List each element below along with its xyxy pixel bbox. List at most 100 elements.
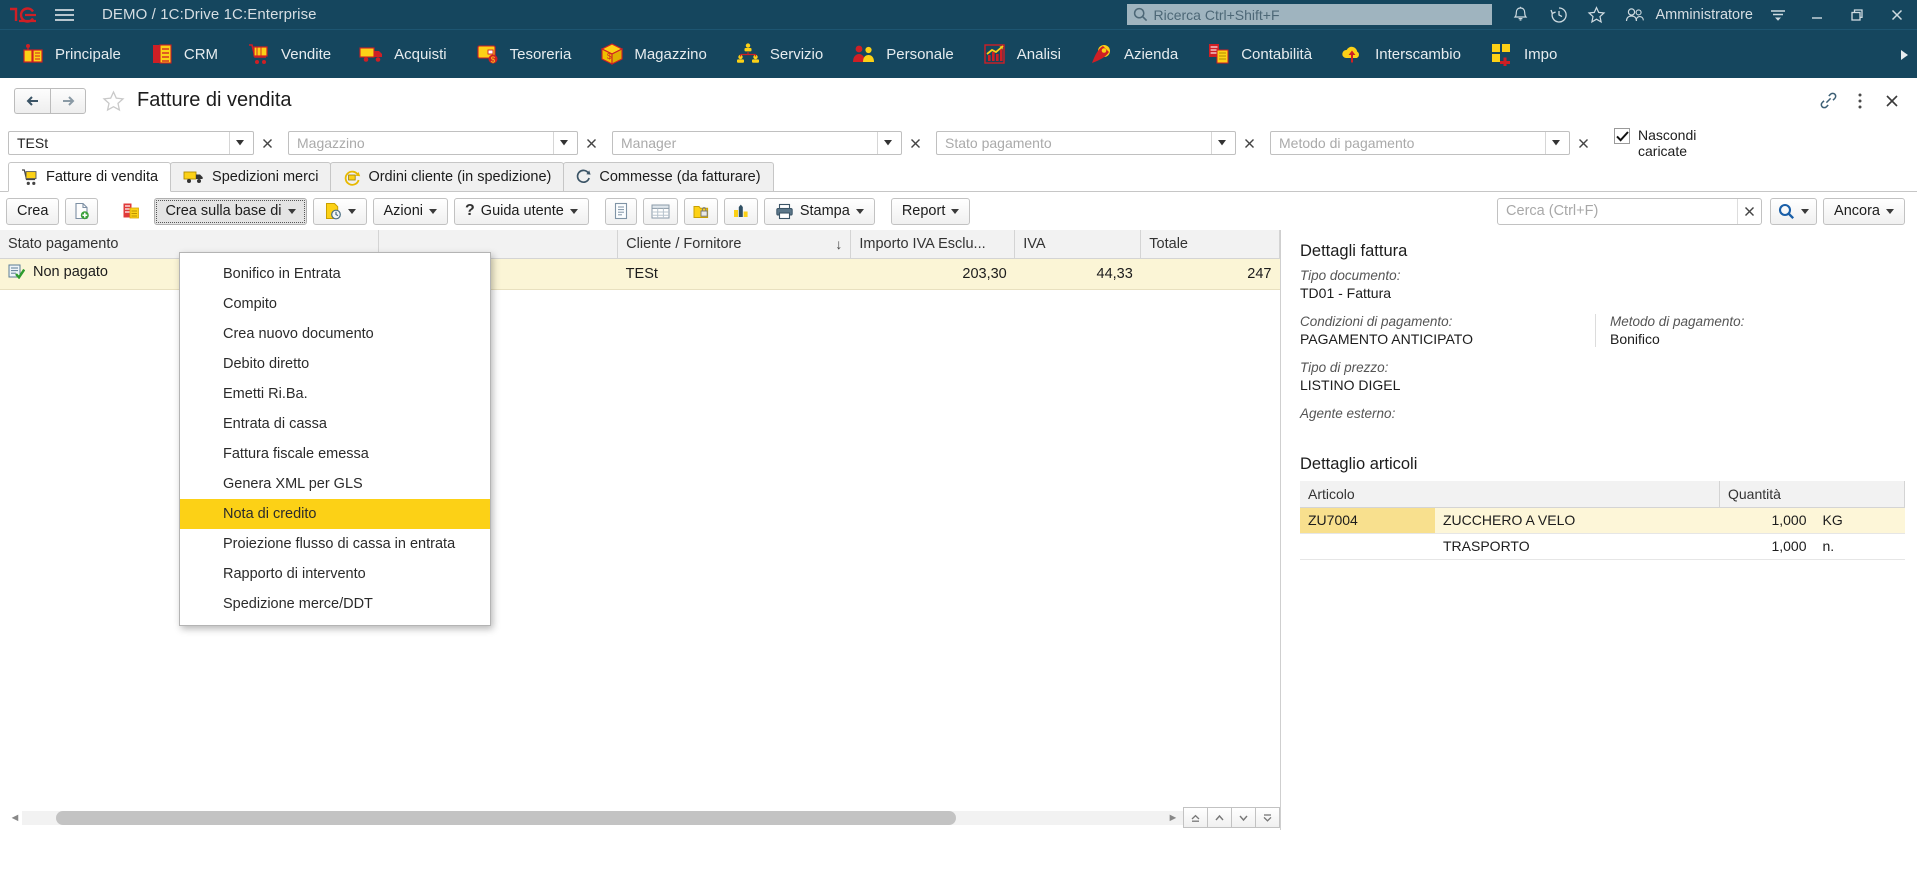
- bar-chart-button[interactable]: [723, 197, 758, 225]
- filter-input-metodo-di-pagamento[interactable]: Metodo di pagamento: [1270, 131, 1570, 155]
- go-next-row-button[interactable]: [1231, 807, 1256, 828]
- search-input[interactable]: Cerca (Ctrl+F): [1497, 197, 1763, 225]
- main-menu-button[interactable]: [44, 0, 84, 29]
- menu-item-crea-nuovo-documento[interactable]: Crea nuovo documento: [180, 319, 490, 349]
- items-column-articolo[interactable]: Articolo: [1300, 481, 1720, 508]
- filter-dropdown-icon[interactable]: [553, 132, 573, 154]
- column-header-importo-iva-esclu[interactable]: Importo IVA Esclu...: [850, 230, 1016, 259]
- section-analisi[interactable]: Analisi: [968, 30, 1075, 78]
- menu-item-nota-di-credito[interactable]: Nota di credito: [180, 499, 490, 529]
- chevron-down-icon: [569, 208, 578, 214]
- more-vertical-icon[interactable]: [1845, 86, 1875, 116]
- crea-button[interactable]: Crea: [6, 197, 60, 225]
- notifications-bell-icon[interactable]: [1502, 0, 1540, 29]
- minimize-button[interactable]: [1797, 0, 1837, 29]
- crea-sulla-base-di-button[interactable]: Crea sulla base di: [154, 197, 307, 225]
- section-servizio[interactable]: Servizio: [721, 30, 837, 78]
- table-grid-button[interactable]: [642, 197, 678, 225]
- menu-item-rapporto-di-intervento[interactable]: Rapporto di intervento: [180, 559, 490, 589]
- close-button[interactable]: [1877, 0, 1917, 29]
- section-tesoreria[interactable]: $ Tesoreria: [461, 30, 586, 78]
- go-first-row-button[interactable]: [1183, 807, 1208, 828]
- filter-clear-metodo-di-pagamento[interactable]: [1572, 131, 1594, 155]
- section-principale[interactable]: Principale: [6, 30, 135, 78]
- azioni-button[interactable]: Azioni: [372, 197, 449, 225]
- section-contabilit-[interactable]: Contabilità: [1192, 30, 1326, 78]
- filter-clear-manager[interactable]: [904, 131, 926, 155]
- lock-folder-icon: [692, 203, 710, 220]
- add-to-favorites-icon[interactable]: [102, 89, 125, 112]
- main-menu-options-icon[interactable]: [1759, 0, 1797, 29]
- user-name-label[interactable]: Amministratore: [1656, 7, 1754, 23]
- document-clock-button[interactable]: [312, 197, 367, 225]
- filter-input-cliente[interactable]: TESt: [8, 131, 254, 155]
- section-azienda[interactable]: Azienda: [1075, 30, 1192, 78]
- go-prev-row-button[interactable]: [1207, 807, 1232, 828]
- scrollbar-thumb[interactable]: [56, 811, 956, 825]
- section-vendite[interactable]: Vendite: [232, 30, 345, 78]
- section-interscambio[interactable]: Interscambio: [1326, 30, 1475, 78]
- menu-item-spedizione-merce-ddt[interactable]: Spedizione merce/DDT: [180, 589, 490, 619]
- tab-fatture-di-vendita[interactable]: Fatture di vendita: [8, 162, 172, 192]
- hide-loaded-checkbox[interactable]: [1614, 128, 1630, 144]
- menu-item-bonifico-in-entrata[interactable]: Bonifico in Entrata: [180, 259, 490, 289]
- stampa-button[interactable]: Stampa: [763, 197, 875, 225]
- restore-button[interactable]: [1837, 0, 1877, 29]
- guida-utente-button[interactable]: ? Guida utente: [454, 197, 589, 225]
- horizontal-scrollbar[interactable]: ◄ ►: [0, 806, 1280, 830]
- forward-button[interactable]: [50, 87, 86, 114]
- scroll-right-icon[interactable]: ►: [1162, 807, 1184, 829]
- users-icon[interactable]: [1616, 0, 1654, 29]
- menu-item-debito-diretto[interactable]: Debito diretto: [180, 349, 490, 379]
- go-last-row-button[interactable]: [1255, 807, 1280, 828]
- column-header-iva[interactable]: IVA: [1014, 230, 1142, 259]
- ancora-button[interactable]: Ancora: [1823, 197, 1905, 225]
- clear-search-icon[interactable]: [1737, 198, 1761, 224]
- menu-item-fattura-fiscale-emessa[interactable]: Fattura fiscale emessa: [180, 439, 490, 469]
- section-magazzino[interactable]: $ Magazzino: [585, 30, 721, 78]
- filter-dropdown-icon[interactable]: [229, 132, 249, 154]
- report-button[interactable]: Report: [890, 197, 971, 225]
- menu-item-genera-xml-per-gls[interactable]: Genera XML per GLS: [180, 469, 490, 499]
- section-acquisti[interactable]: Acquisti: [345, 30, 461, 78]
- filter-input-magazzino[interactable]: Magazzino: [288, 131, 578, 155]
- search-button[interactable]: [1770, 197, 1818, 225]
- menu-item-entrata-di-cassa[interactable]: Entrata di cassa: [180, 409, 490, 439]
- filter-dropdown-icon[interactable]: [1545, 132, 1565, 154]
- favorites-star-icon[interactable]: [1578, 0, 1616, 29]
- section-impo[interactable]: Impo: [1475, 30, 1571, 78]
- tab-ordini-cliente-in-spedizione[interactable]: Ordini cliente (in spedizione): [330, 162, 565, 191]
- items-table-row[interactable]: TRASPORTO 1,000 n.: [1300, 533, 1905, 560]
- report-document-button[interactable]: [604, 197, 637, 225]
- ledger-button[interactable]: [114, 198, 148, 225]
- link-icon[interactable]: [1813, 86, 1843, 116]
- global-search-input[interactable]: Ricerca Ctrl+Shift+F: [1126, 4, 1492, 25]
- menu-item-emetti-ri-ba[interactable]: Emetti Ri.Ba.: [180, 379, 490, 409]
- scrollbar-track[interactable]: [22, 811, 1258, 825]
- items-table-row[interactable]: ZU7004 ZUCCHERO A VELO 1,000 KG: [1300, 507, 1905, 534]
- filter-dropdown-icon[interactable]: [1211, 132, 1231, 154]
- section-crm[interactable]: CRM: [135, 30, 232, 78]
- filter-dropdown-icon[interactable]: [877, 132, 897, 154]
- filter-input-stato-pagamento[interactable]: Stato pagamento: [936, 131, 1236, 155]
- filter-clear-stato-pagamento[interactable]: [1238, 131, 1260, 155]
- menu-item-compito[interactable]: Compito: [180, 289, 490, 319]
- section-personale[interactable]: Personale: [837, 30, 968, 78]
- items-column-quantit-[interactable]: Quantità: [1719, 481, 1905, 508]
- section-nav-next-icon[interactable]: [1891, 30, 1917, 78]
- filter-clear-cliente[interactable]: [256, 131, 278, 155]
- menu-item-proiezione-flusso-di-cassa-in-entrata[interactable]: Proiezione flusso di cassa in entrata: [180, 529, 490, 559]
- back-button[interactable]: [14, 87, 50, 114]
- column-header-totale[interactable]: Totale: [1140, 230, 1280, 259]
- tab-commesse-da-fatturare[interactable]: Commesse (da fatturare): [563, 162, 774, 191]
- tab-spedizioni-merci[interactable]: Spedizioni merci: [170, 162, 332, 191]
- crea-sulla-base-di-menu[interactable]: Bonifico in Entrata Compito Crea nuovo doc…: [179, 252, 491, 626]
- tab-label: Spedizioni merci: [212, 169, 319, 185]
- filter-clear-magazzino[interactable]: [580, 131, 602, 155]
- close-page-icon[interactable]: [1877, 86, 1907, 116]
- filter-input-manager[interactable]: Manager: [612, 131, 902, 155]
- lock-folder-button[interactable]: [683, 197, 718, 225]
- history-icon[interactable]: [1540, 0, 1578, 29]
- new-document-button[interactable]: [65, 197, 99, 225]
- column-header-cliente-fornitore[interactable]: Cliente / Fornitore ↓: [617, 230, 852, 259]
